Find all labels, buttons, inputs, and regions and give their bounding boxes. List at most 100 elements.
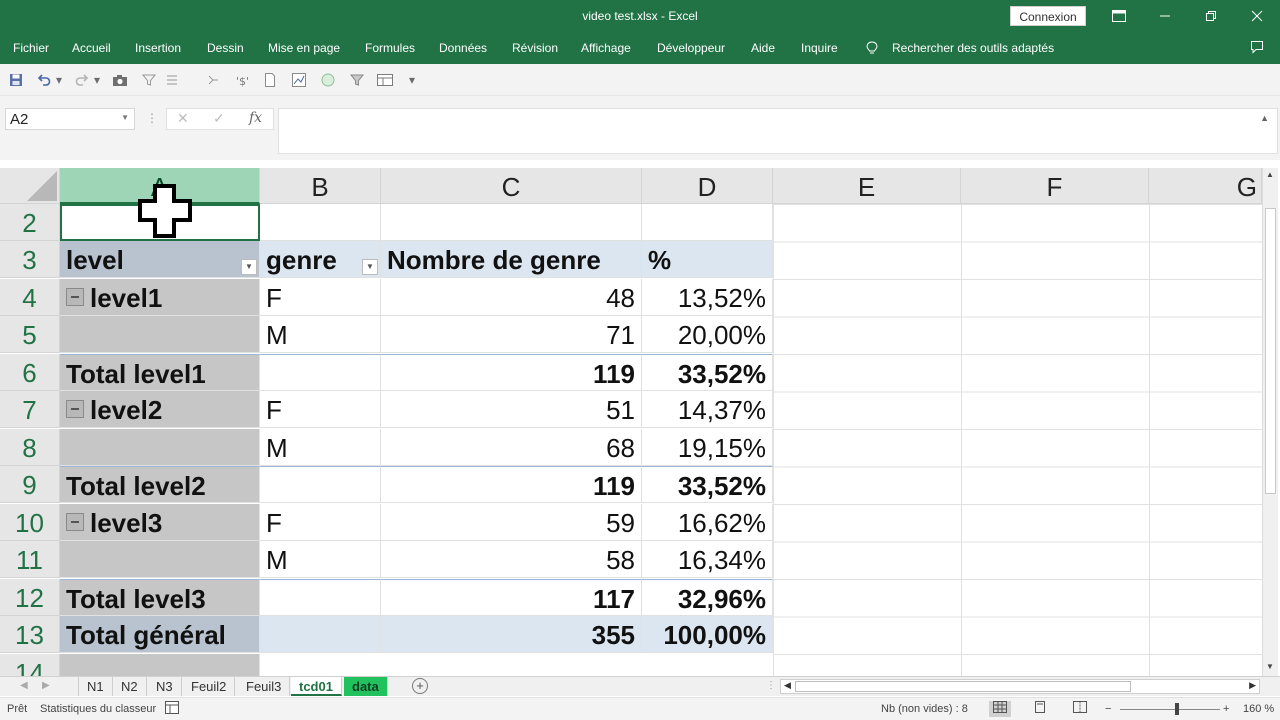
workbook-stats-button[interactable]: Statistiques du classeur [40, 703, 156, 715]
pivot-pct-cell[interactable]: 13,52% [642, 279, 773, 316]
pivot-subtotal-label[interactable]: Total level3 [60, 579, 260, 616]
minimize-icon[interactable] [1142, 0, 1188, 32]
funnel-icon[interactable] [349, 72, 365, 88]
redo-dropdown-icon[interactable]: ▾ [92, 72, 102, 88]
pivot-genre-cell[interactable]: M [260, 429, 381, 466]
row-header-9[interactable]: 9 [0, 466, 60, 503]
save-icon[interactable] [8, 72, 24, 88]
sheet-tab-data[interactable]: data [344, 677, 388, 696]
accessibility-icon[interactable] [165, 701, 179, 717]
sheet-tab-feuil3[interactable]: Feuil3 [238, 677, 291, 696]
vertical-scrollbar[interactable]: ▲ ▼ [1262, 168, 1278, 676]
tab-affichage[interactable]: Affichage [581, 41, 631, 55]
row-header-12[interactable]: 12 [0, 579, 60, 616]
pivot-subtotal-count[interactable]: 119 [381, 354, 642, 391]
collapse-icon[interactable] [66, 288, 84, 307]
pivot-row-label[interactable] [60, 429, 260, 466]
pivot-pct-cell[interactable]: 20,00% [642, 316, 773, 353]
sort-icon[interactable] [165, 72, 181, 88]
pivot-pct-cell[interactable]: 16,34% [642, 541, 773, 578]
pivot-grand-total-count[interactable]: 355 [381, 616, 642, 653]
column-header-b[interactable]: B [260, 168, 381, 204]
filter-dropdown-icon[interactable]: ▼ [362, 259, 378, 275]
scroll-right-icon[interactable]: ▶ [1249, 680, 1256, 691]
pivot-row-label[interactable] [60, 316, 260, 353]
pivot-genre-cell[interactable]: M [260, 541, 381, 578]
sheet-tab-n3[interactable]: N3 [148, 677, 182, 696]
restore-icon[interactable] [1188, 0, 1234, 32]
pivot-header-level[interactable]: level ▼ [60, 241, 260, 278]
tab-donnees[interactable]: Données [439, 41, 487, 55]
pivot-subtotal-count[interactable]: 119 [381, 466, 642, 503]
column-header-f[interactable]: F [961, 168, 1149, 204]
horizontal-scroll-thumb[interactable] [795, 681, 1131, 692]
zoom-slider[interactable] [1120, 709, 1220, 710]
chevron-down-icon[interactable]: ▼ [121, 113, 129, 122]
pivot-grand-total-label[interactable]: Total général [60, 616, 260, 653]
pivot-pct-cell[interactable]: 16,62% [642, 504, 773, 541]
formula-input[interactable]: ▲ [278, 108, 1278, 154]
tab-formules[interactable]: Formules [365, 41, 415, 55]
sheet-tab-n2[interactable]: N2 [113, 677, 147, 696]
tab-accueil[interactable]: Accueil [72, 41, 111, 55]
customize-icon[interactable]: ▾ [407, 72, 417, 88]
prev-sheet-icon[interactable]: ◀ [20, 680, 28, 691]
pivot-genre-cell[interactable]: F [260, 279, 381, 316]
undo-icon[interactable] [36, 72, 52, 88]
connector-icon[interactable] [205, 72, 221, 88]
empty-cells-area[interactable] [773, 204, 1262, 676]
pivot-genre-cell[interactable] [260, 579, 381, 616]
undo-dropdown-icon[interactable]: ▾ [54, 72, 64, 88]
pivot-subtotal-pct[interactable]: 32,96% [642, 579, 773, 616]
collapse-icon[interactable] [66, 400, 84, 419]
pivot-pct-cell[interactable]: 19,15% [642, 429, 773, 466]
scroll-down-icon[interactable]: ▼ [1266, 662, 1274, 671]
pivot-genre-cell[interactable] [260, 616, 381, 653]
pivot-row-label[interactable] [60, 541, 260, 578]
page-layout-view-icon[interactable] [1029, 701, 1051, 717]
tab-inquire[interactable]: Inquire [801, 41, 838, 55]
comments-icon[interactable] [1250, 40, 1264, 57]
page-break-view-icon[interactable] [1069, 701, 1091, 717]
lightbulb-icon[interactable] [866, 41, 878, 55]
pivot-subtotal-pct[interactable]: 33,52% [642, 466, 773, 503]
tab-fichier[interactable]: Fichier [13, 41, 49, 55]
sign-in-button[interactable]: Connexion [1010, 6, 1086, 26]
redo-icon[interactable] [74, 72, 90, 88]
row-header-3[interactable]: 3 [0, 241, 60, 278]
circle-icon[interactable] [320, 72, 336, 88]
zoom-in-button[interactable]: + [1223, 703, 1229, 715]
add-sheet-button[interactable]: + [412, 678, 428, 694]
tab-revision[interactable]: Révision [512, 41, 558, 55]
sheet-tab-feuil2[interactable]: Feuil2 [183, 677, 236, 696]
insert-function-icon[interactable]: fx [249, 110, 262, 126]
row-header-7[interactable]: 7 [0, 391, 60, 428]
pivot-count-cell[interactable]: 71 [381, 316, 642, 353]
scroll-left-icon[interactable]: ◀ [784, 680, 791, 691]
pivot-row-label[interactable]: level3 [60, 504, 260, 541]
column-header-d[interactable]: D [642, 168, 773, 204]
ribbon-display-icon[interactable] [1096, 0, 1142, 32]
page-icon[interactable] [262, 72, 278, 88]
cell-b2[interactable] [260, 204, 381, 241]
next-sheet-icon[interactable]: ▶ [42, 680, 50, 691]
camera-icon[interactable] [112, 72, 128, 88]
pivot-count-cell[interactable]: 48 [381, 279, 642, 316]
pivot-grand-total-pct[interactable]: 100,00% [642, 616, 773, 653]
pivot-genre-cell[interactable]: F [260, 391, 381, 428]
close-icon[interactable] [1234, 0, 1280, 32]
tab-aide[interactable]: Aide [751, 41, 775, 55]
chart-icon[interactable] [291, 72, 307, 88]
tab-insertion[interactable]: Insertion [135, 41, 181, 55]
pivot-subtotal-pct[interactable]: 33,52% [642, 354, 773, 391]
pivot-header-pct[interactable]: % [642, 241, 773, 278]
row-header-4[interactable]: 4 [0, 279, 60, 316]
filter-icon[interactable] [141, 72, 157, 88]
scroll-up-icon[interactable]: ▲ [1266, 170, 1274, 179]
currency-icon[interactable]: '$' [234, 72, 250, 88]
column-header-c[interactable]: C [381, 168, 642, 204]
sheet-tab-n1[interactable]: N1 [78, 677, 113, 696]
pivot-genre-cell[interactable]: F [260, 504, 381, 541]
cell-d2[interactable] [642, 204, 773, 241]
column-header-g[interactable]: G [1149, 168, 1262, 204]
